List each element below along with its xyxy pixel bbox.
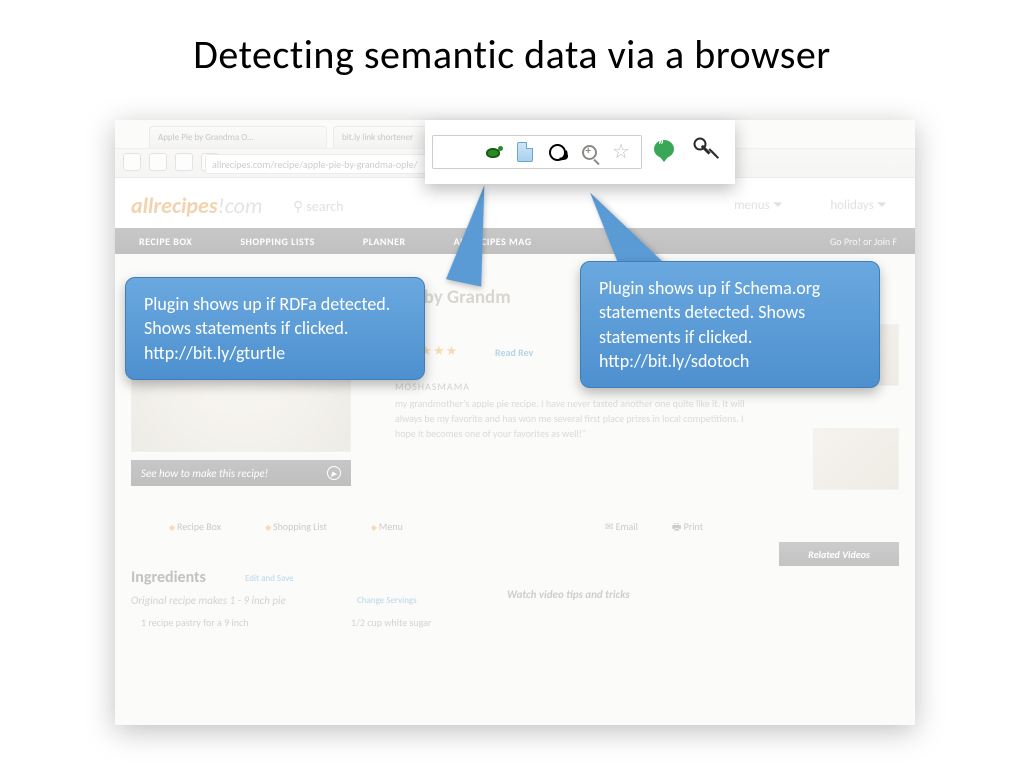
recipe-actions: Recipe Box Shopping List Menu <box>169 520 403 533</box>
site-logo: allrecipes!com <box>131 192 262 219</box>
watch-tips: Watch video tips and tricks <box>507 588 630 601</box>
forward-button-icon <box>149 153 167 171</box>
email-action: ✉ Email <box>605 520 638 537</box>
zoom-toolbar: ☆ <box>425 120 735 184</box>
menus-link: menus ⏷ <box>734 198 783 213</box>
action-item: Menu <box>371 520 403 533</box>
back-button-icon <box>123 153 141 171</box>
ingredient-line: 1 recipe pastry for a 9 inch <box>141 616 248 629</box>
zoom-in-icon <box>579 142 599 162</box>
callout-schemaorg: Plugin shows up if Schema.org statements… <box>580 261 880 388</box>
print-action: 🖶 Print <box>672 520 703 537</box>
slide-title: Detecting semantic data via a browser <box>60 30 964 79</box>
ingredients-heading: Ingredients <box>131 568 206 587</box>
sidebar-thumb <box>813 428 899 490</box>
browser-screenshot: Apple Pie by Grandma O… bit.ly link shor… <box>115 120 915 725</box>
ingredients-sub: Original recipe makes 1 - 9 inch pie <box>131 594 286 607</box>
zoom-inner: ☆ <box>432 127 728 177</box>
ingredients-edit: Edit and Save <box>245 573 294 584</box>
bookmark-star-icon: ☆ <box>611 142 631 162</box>
toolbar-right-icons <box>654 139 710 159</box>
browser-tab: Apple Pie by Grandma O… <box>149 126 327 148</box>
nav-item: SHOPPING LISTS <box>216 235 338 248</box>
related-videos-header: Related Videos <box>779 542 899 566</box>
play-icon: ▶ <box>327 466 341 480</box>
schema-org-icon <box>547 142 567 162</box>
nav-item: ALLRECIPES MAG <box>430 235 556 248</box>
site-header: allrecipes!com ⚲ search menus ⏷ holidays… <box>115 178 915 228</box>
see-how-button: See how to make this recipe!▶ <box>131 460 351 486</box>
extension-tray: ☆ <box>432 135 642 169</box>
nav-item: PLANNER <box>339 235 430 248</box>
rdfa-turtle-icon <box>483 142 503 162</box>
action-item: Recipe Box <box>169 520 221 533</box>
page-icon <box>515 142 535 162</box>
screenshot-container: Apple Pie by Grandma O… bit.ly link shor… <box>115 120 915 725</box>
recipe-author: MOSHASMAMA <box>395 380 470 393</box>
holidays-link: holidays ⏷ <box>830 198 887 213</box>
site-navbar: RECIPE BOX SHOPPING LISTS PLANNER ALLREC… <box>115 228 915 254</box>
email-print: ✉ Email 🖶 Print <box>605 520 703 537</box>
key-icon <box>686 135 714 163</box>
ingredient-line: 1/2 cup white sugar <box>351 616 431 629</box>
recipe-description: my grandmother's apple pie recipe. I hav… <box>395 396 765 441</box>
change-servings: Change Servings <box>357 595 417 606</box>
slide: Detecting semantic data via a browser Ap… <box>0 0 1024 768</box>
callout-rdfa: Plugin shows up if RDFa detected. Shows … <box>125 277 425 380</box>
action-item: Shopping List <box>265 520 327 533</box>
reload-icon <box>175 153 193 171</box>
nav-item: RECIPE BOX <box>115 235 216 248</box>
hangouts-icon <box>654 140 674 158</box>
reviews-link: Read Rev <box>495 346 533 359</box>
search-label: ⚲ search <box>293 198 344 215</box>
nav-right: Go Pro! or Join F <box>830 235 915 248</box>
